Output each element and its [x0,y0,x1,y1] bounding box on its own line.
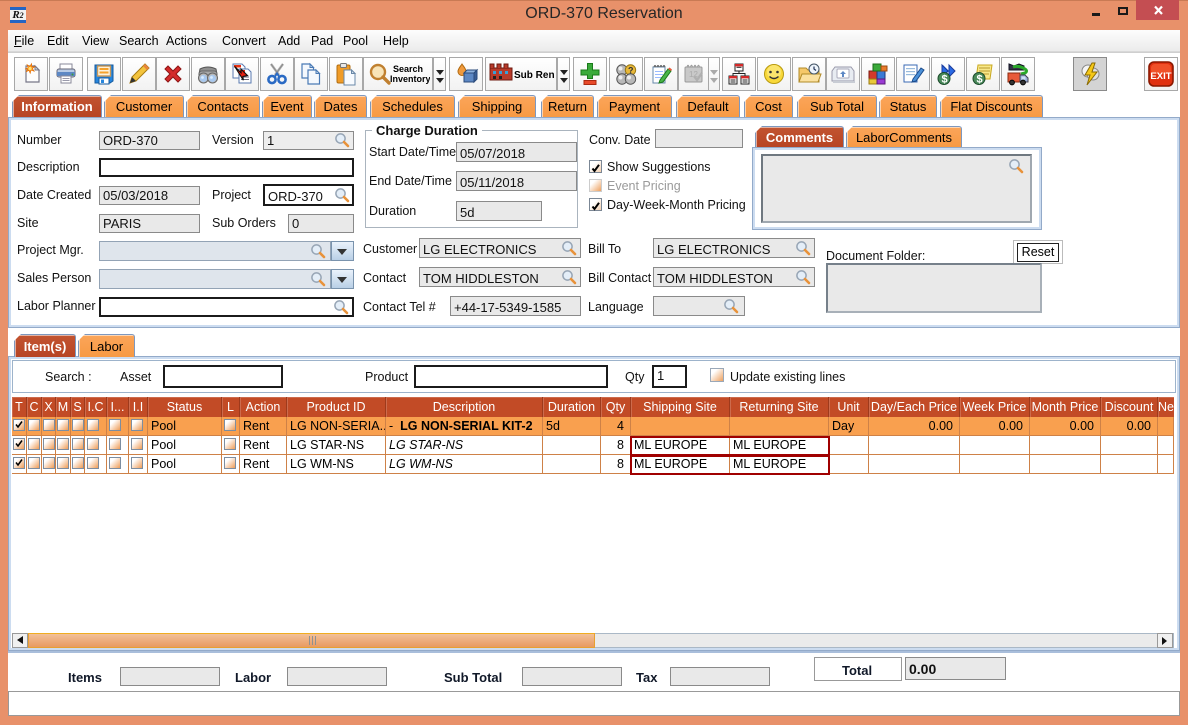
svg-text:Search: Search [393,64,423,74]
svg-text:Inventory: Inventory [390,74,430,84]
svg-text:$: $ [977,74,983,86]
svg-text:$: $ [942,74,948,86]
svg-text:Sub Rent: Sub Rent [514,70,554,81]
svg-text:EXIT: EXIT [1150,71,1171,82]
svg-text:12: 12 [689,70,698,79]
